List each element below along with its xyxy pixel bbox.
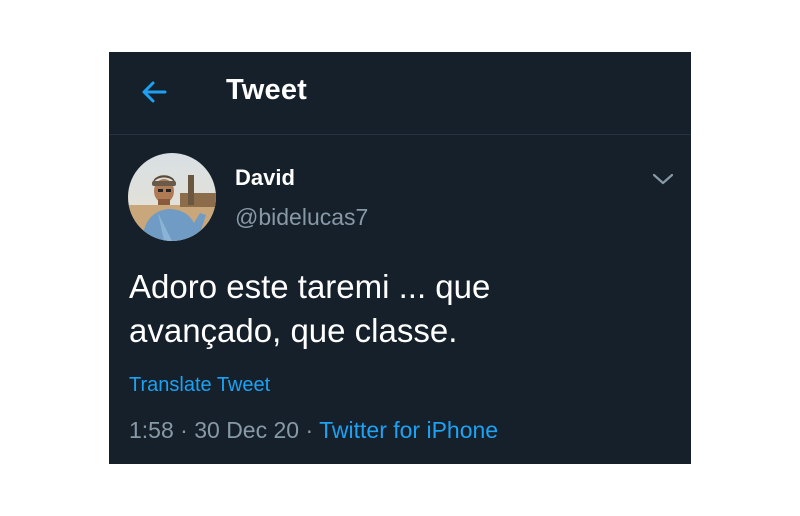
tweet-source-link[interactable]: Twitter for iPhone xyxy=(319,417,498,443)
tweet-text-line: avançado, que classe. xyxy=(129,312,458,349)
arrow-left-icon[interactable] xyxy=(139,77,169,107)
tweet-text: Adoro este taremi ... que avançado, que … xyxy=(129,265,669,353)
tweet-text-line: Adoro este taremi ... que xyxy=(129,268,491,305)
tweet-metadata: 1:58 · 30 Dec 20 · Twitter for iPhone xyxy=(129,417,498,444)
avatar-image xyxy=(128,153,216,241)
tweet-date[interactable]: 30 Dec 20 xyxy=(194,417,299,443)
chevron-down-icon[interactable] xyxy=(650,168,676,190)
top-bar: Tweet xyxy=(109,52,691,135)
tweet-time[interactable]: 1:58 xyxy=(129,417,174,443)
author-display-name[interactable]: David xyxy=(235,165,295,191)
avatar[interactable] xyxy=(128,153,216,241)
author-handle[interactable]: @bidelucas7 xyxy=(235,204,368,231)
separator-dot: · xyxy=(180,417,188,443)
separator-dot: · xyxy=(305,417,314,443)
translate-tweet-link[interactable]: Translate Tweet xyxy=(129,374,270,397)
tweet-detail-screen: Tweet David @bidelucas7 Adoro este tarem… xyxy=(109,52,691,464)
page-title: Tweet xyxy=(226,74,308,106)
